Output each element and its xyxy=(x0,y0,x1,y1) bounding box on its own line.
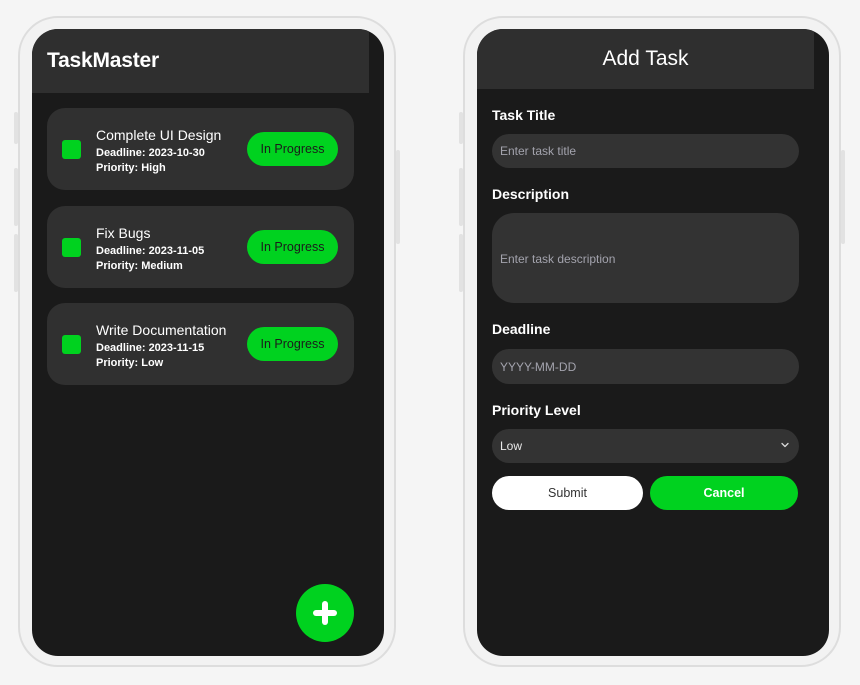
priority-level-select[interactable]: Low xyxy=(492,429,799,463)
phone-frame-task-list: TaskMaster Complete UI Design Deadline: … xyxy=(14,16,400,667)
cancel-button[interactable]: Cancel xyxy=(650,476,798,510)
phone-volume-up-button xyxy=(459,168,463,226)
task-card[interactable]: Write Documentation Deadline: 2023-11-15… xyxy=(47,303,354,385)
add-task-screen: Add Task Task Title Description Deadline… xyxy=(477,29,829,656)
task-title-label: Task Title xyxy=(492,107,556,123)
phone-side-button xyxy=(459,112,463,144)
description-label: Description xyxy=(492,186,570,202)
task-title: Write Documentation xyxy=(96,322,227,338)
task-card[interactable]: Fix Bugs Deadline: 2023-11-05 Priority: … xyxy=(47,206,354,288)
form-title: Add Task xyxy=(602,47,689,70)
task-deadline: Deadline: 2023-10-30 xyxy=(96,147,205,159)
deadline-label: Deadline xyxy=(492,321,551,337)
task-priority: Priority: Low xyxy=(96,357,164,369)
task-checkbox[interactable] xyxy=(62,238,81,257)
phone-volume-down-button xyxy=(459,234,463,292)
phone-power-button xyxy=(396,150,400,244)
task-info: Fix Bugs Deadline: 2023-11-05 Priority: … xyxy=(96,224,204,274)
task-title: Fix Bugs xyxy=(96,225,151,241)
add-task-fab-button[interactable] xyxy=(296,584,354,642)
phone-volume-up-button xyxy=(14,168,18,226)
phone-frame-add-task: Add Task Task Title Description Deadline… xyxy=(459,16,845,667)
task-card[interactable]: Complete UI Design Deadline: 2023-10-30 … xyxy=(47,108,354,190)
task-deadline: Deadline: 2023-11-05 xyxy=(96,245,205,257)
description-textarea[interactable] xyxy=(492,213,799,303)
app-title: TaskMaster xyxy=(47,49,160,72)
task-list-screen: TaskMaster Complete UI Design Deadline: … xyxy=(32,29,384,656)
task-status-button[interactable]: In Progress xyxy=(247,327,338,361)
task-title-input[interactable] xyxy=(492,134,799,168)
task-deadline: Deadline: 2023-11-15 xyxy=(96,342,205,354)
form-header: Add Task xyxy=(477,29,814,89)
task-status-button[interactable]: In Progress xyxy=(247,132,338,166)
phone-side-button xyxy=(14,112,18,144)
priority-level-label: Priority Level xyxy=(492,402,581,418)
priority-selected-value: Low xyxy=(500,439,523,453)
task-checkbox[interactable] xyxy=(62,140,81,159)
task-title: Complete UI Design xyxy=(96,127,222,143)
plus-icon xyxy=(313,601,337,625)
task-status-button[interactable]: In Progress xyxy=(247,230,338,264)
task-priority: Priority: High xyxy=(96,162,166,174)
deadline-input[interactable] xyxy=(492,349,799,384)
task-info: Complete UI Design Deadline: 2023-10-30 … xyxy=(96,126,221,176)
task-priority: Priority: Medium xyxy=(96,260,183,272)
phone-power-button xyxy=(841,150,845,244)
submit-button[interactable]: Submit xyxy=(492,476,643,510)
task-checkbox[interactable] xyxy=(62,335,81,354)
phone-volume-down-button xyxy=(14,234,18,292)
app-header: TaskMaster xyxy=(32,29,369,93)
task-info: Write Documentation Deadline: 2023-11-15… xyxy=(96,321,226,371)
chevron-down-icon xyxy=(781,442,789,448)
